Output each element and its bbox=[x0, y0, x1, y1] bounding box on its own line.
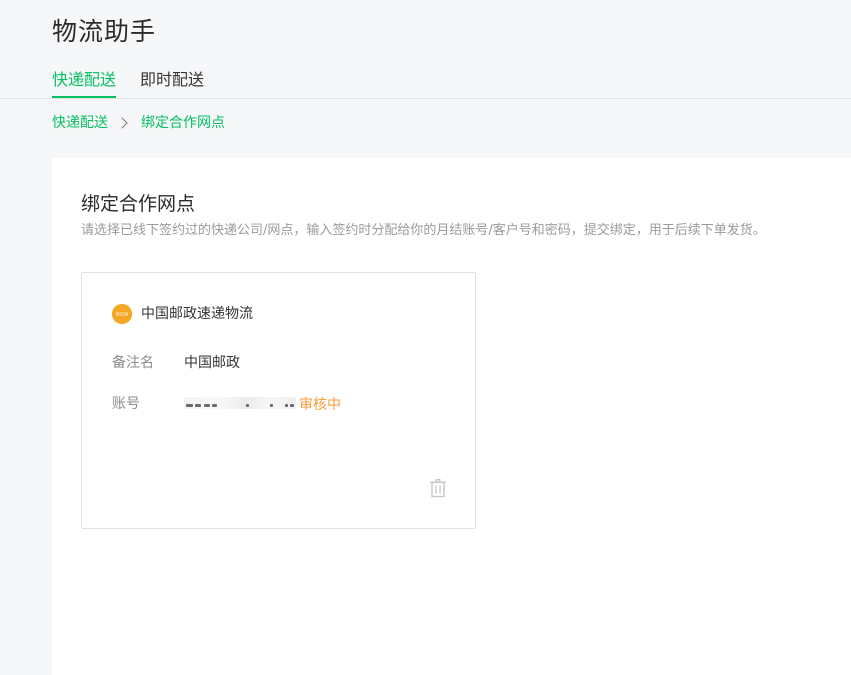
main-panel: 绑定合作网点 请选择已线下签约过的快递公司/网点，输入签约时分配给你的月结账号/… bbox=[52, 158, 851, 675]
app-title: 物流助手 bbox=[52, 17, 157, 46]
section-title: 绑定合作网点 bbox=[81, 193, 196, 215]
section-description: 请选择已线下签约过的快递公司/网点，输入签约时分配给你的月结账号/客户号和密码，… bbox=[81, 223, 766, 238]
trash-icon[interactable] bbox=[429, 478, 447, 498]
remark-value: 中国邮政 bbox=[184, 355, 240, 371]
binding-card: 中国邮政速递物流 备注名 中国邮政 账号 审核中 bbox=[81, 272, 476, 529]
account-label: 账号 bbox=[112, 396, 140, 412]
carrier-name: 中国邮政速递物流 bbox=[141, 306, 253, 322]
tab-bar: 快递配送 即时配送 bbox=[0, 68, 851, 99]
chevron-right-icon bbox=[116, 116, 128, 129]
breadcrumb-current: 绑定合作网点 bbox=[141, 115, 225, 131]
china-post-logo-icon bbox=[112, 304, 132, 324]
breadcrumb: 快递配送 绑定合作网点 bbox=[52, 113, 225, 133]
remark-label: 备注名 bbox=[112, 355, 154, 371]
tab-instant-delivery[interactable]: 即时配送 bbox=[140, 68, 204, 92]
account-value: 审核中 bbox=[184, 394, 341, 414]
breadcrumb-parent-link[interactable]: 快递配送 bbox=[52, 115, 108, 131]
status-badge: 审核中 bbox=[299, 397, 341, 413]
masked-account-number bbox=[184, 396, 296, 409]
tab-express-delivery[interactable]: 快递配送 bbox=[52, 68, 117, 98]
